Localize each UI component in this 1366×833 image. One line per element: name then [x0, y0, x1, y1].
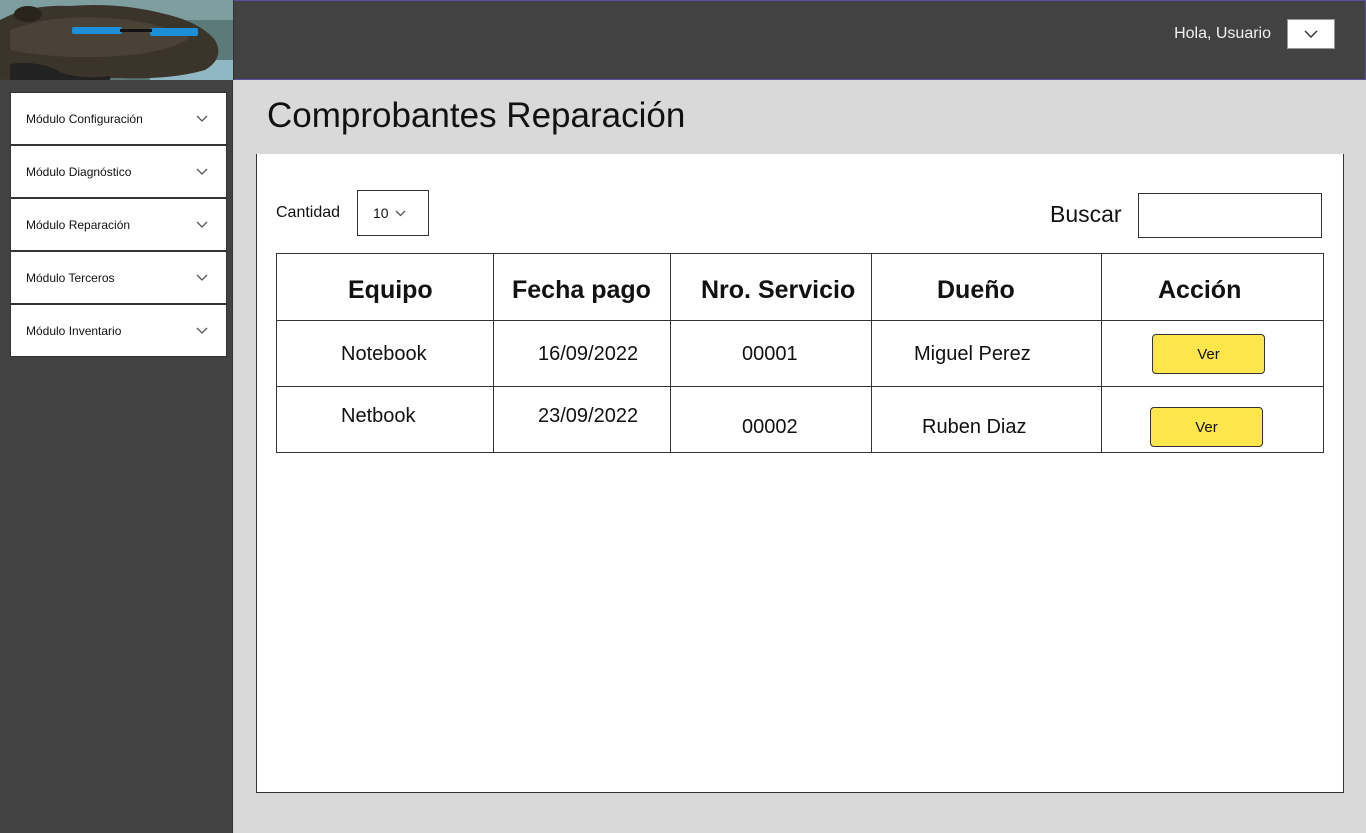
quantity-label: Cantidad — [276, 204, 341, 221]
logo-image — [0, 0, 233, 80]
page-title: Comprobantes Reparación — [267, 96, 686, 135]
column-header-fecha-pago: Fecha pago — [512, 276, 651, 304]
chevron-down-icon — [196, 327, 208, 334]
chevron-down-icon — [196, 274, 208, 281]
chevron-down-icon — [196, 115, 208, 122]
sidebar-item-label: Módulo Configuración — [26, 111, 143, 126]
table-divider — [1101, 254, 1102, 452]
sidebar-item-label: Módulo Inventario — [26, 323, 122, 338]
quantity-select[interactable]: 10 — [357, 190, 429, 236]
table-divider — [277, 386, 1323, 387]
user-menu-dropdown[interactable] — [1287, 19, 1335, 49]
table-divider — [277, 320, 1323, 321]
column-header-accion: Acción — [1158, 276, 1242, 304]
cell-dueno: Ruben Diaz — [922, 416, 1027, 438]
cell-fecha-pago: 23/09/2022 — [538, 405, 639, 427]
quantity-value: 10 — [373, 205, 389, 221]
column-header-dueno: Dueño — [937, 276, 1015, 304]
sidebar-item-terceros[interactable]: Módulo Terceros — [10, 251, 227, 304]
chevron-down-icon — [196, 221, 208, 228]
chevron-down-icon — [395, 210, 406, 216]
top-bar: Hola, Usuario — [234, 0, 1366, 80]
content-panel — [256, 154, 1344, 793]
chevron-down-icon — [1304, 30, 1318, 38]
search-label: Buscar — [1050, 201, 1122, 227]
sidebar-item-label: Módulo Terceros — [26, 270, 115, 285]
sidebar-item-configuracion[interactable]: Módulo Configuración — [10, 92, 227, 145]
cell-equipo: Notebook — [341, 343, 427, 365]
ver-button[interactable]: Ver — [1152, 334, 1265, 374]
table-divider — [670, 254, 671, 452]
receipts-table: Equipo Fecha pago Nro. Servicio Dueño Ac… — [276, 253, 1324, 453]
column-header-equipo: Equipo — [348, 276, 433, 304]
search-input[interactable] — [1138, 193, 1322, 238]
cell-equipo: Netbook — [341, 405, 416, 427]
cell-fecha-pago: 16/09/2022 — [538, 343, 639, 365]
cell-nro-servicio: 00002 — [742, 416, 798, 438]
sidebar-item-diagnostico[interactable]: Módulo Diagnóstico — [10, 145, 227, 198]
sidebar-item-reparacion[interactable]: Módulo Reparación — [10, 198, 227, 251]
cell-dueno: Miguel Perez — [914, 343, 1031, 365]
cell-nro-servicio: 00001 — [742, 343, 798, 365]
sidebar-item-label: Módulo Diagnóstico — [26, 164, 132, 179]
column-header-nro-servicio: Nro. Servicio — [701, 276, 856, 304]
chevron-down-icon — [196, 168, 208, 175]
logo — [0, 0, 234, 80]
user-greeting: Hola, Usuario — [1174, 25, 1271, 42]
table-divider — [493, 254, 494, 452]
ver-button[interactable]: Ver — [1150, 407, 1263, 447]
sidebar-item-inventario[interactable]: Módulo Inventario — [10, 304, 227, 357]
table-divider — [871, 254, 872, 452]
sidebar-item-label: Módulo Reparación — [26, 217, 131, 232]
